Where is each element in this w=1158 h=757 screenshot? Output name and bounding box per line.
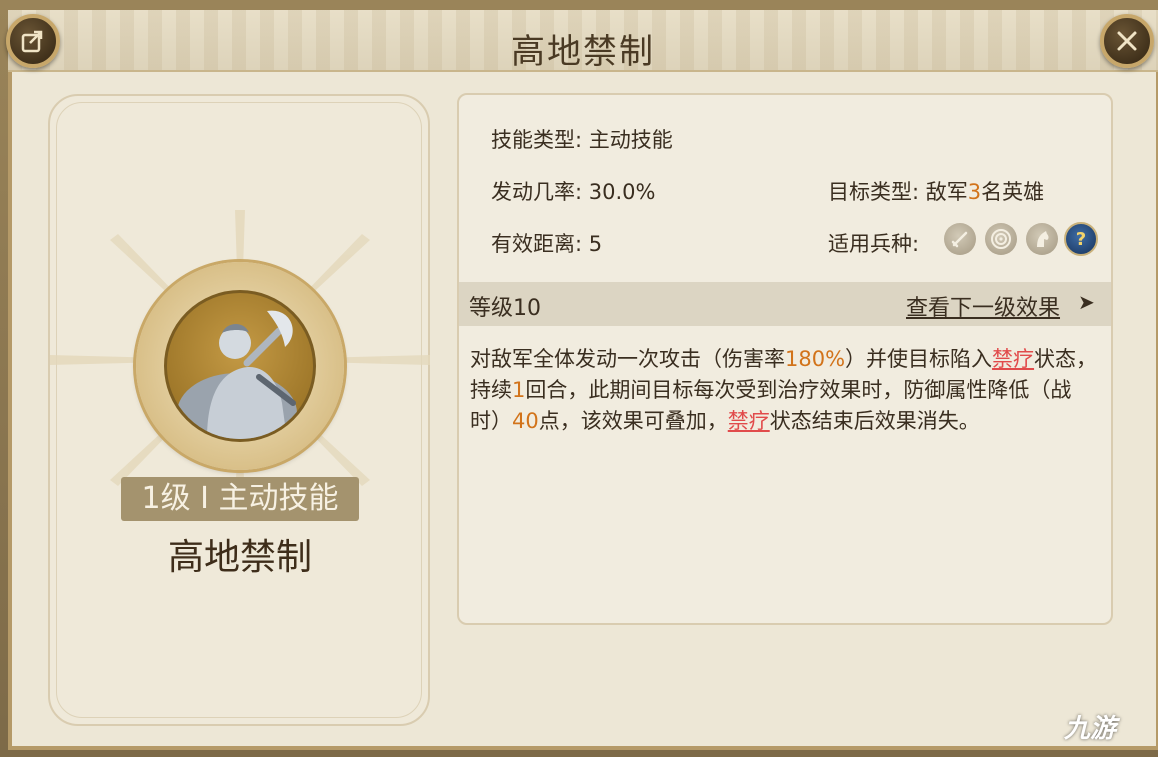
skill-type-label: 技能类型: [491, 128, 583, 152]
share-button[interactable] [6, 14, 60, 68]
skill-type-value: 主动技能 [588, 128, 673, 152]
horse-icon[interactable] [1026, 223, 1058, 255]
title-bar: 高地禁制 [8, 10, 1158, 72]
desc-part-5: 点，该效果可叠加， [538, 409, 728, 433]
page-title: 高地禁制 [511, 32, 655, 72]
axe-warrior-icon [177, 310, 297, 439]
close-icon [1117, 31, 1137, 51]
target-type-prefix: 敌军 [925, 180, 968, 204]
distance-value: 5 [588, 232, 603, 256]
skill-type-row: 技能类型: 主动技能 [491, 124, 673, 154]
target-icon[interactable] [985, 223, 1017, 255]
target-count: 3 [967, 180, 982, 204]
target-type-row: 目标类型: 敌军3名英雄 [828, 176, 1044, 206]
close-button[interactable] [1100, 14, 1154, 68]
troop-type-label: 适用兵种: [828, 232, 920, 256]
duration-turns: 1 [512, 378, 526, 402]
distance-label: 有效距离: [491, 232, 583, 256]
trigger-rate-value: 30.0% [588, 180, 656, 204]
question-icon[interactable]: ? [1064, 222, 1098, 256]
horse-glyph [1037, 231, 1049, 247]
watermark-text: 九游 [1064, 714, 1117, 744]
sword-glyph [951, 231, 968, 248]
target-type-suffix: 名英雄 [981, 180, 1045, 204]
next-level-link[interactable]: 查看下一级效果 [906, 290, 1060, 322]
trigger-rate-row: 发动几率: 30.0% [491, 176, 655, 206]
status-link-heal-ban[interactable]: 禁疗 [992, 347, 1034, 371]
skill-name: 高地禁制 [167, 537, 312, 578]
target-type-label: 目标类型: [828, 180, 920, 204]
share-icon [21, 30, 43, 53]
skill-description: 对敌军全体发动一次攻击（伤害率180%）并使目标陷入禁疗状态，持续1回合，此期间… [470, 344, 1098, 437]
question-mark: ? [1075, 228, 1087, 250]
defense-points: 40 [512, 409, 539, 433]
skill-level-badge: 1级 I 主动技能 [121, 477, 359, 521]
skill-level-label: 等级10 [469, 296, 541, 321]
desc-part-6: 状态结束后效果消失。 [769, 409, 980, 433]
distance-row: 有效距离: 5 [491, 228, 602, 258]
desc-part-1: 对敌军全体发动一次攻击（伤害率 [470, 347, 785, 371]
site-watermark: 九游 [1064, 708, 1154, 752]
sword-icon[interactable] [944, 223, 976, 255]
trigger-rate-label: 发动几率: [491, 180, 583, 204]
skill-icon-frame [164, 290, 316, 442]
status-link-heal-ban-2[interactable]: 禁疗 [728, 409, 770, 433]
desc-part-2: ）并使目标陷入 [845, 347, 993, 371]
next-level-arrow-icon[interactable]: ➤ [1078, 290, 1095, 314]
target-glyph [991, 229, 1011, 249]
damage-rate: 180% [785, 347, 846, 371]
